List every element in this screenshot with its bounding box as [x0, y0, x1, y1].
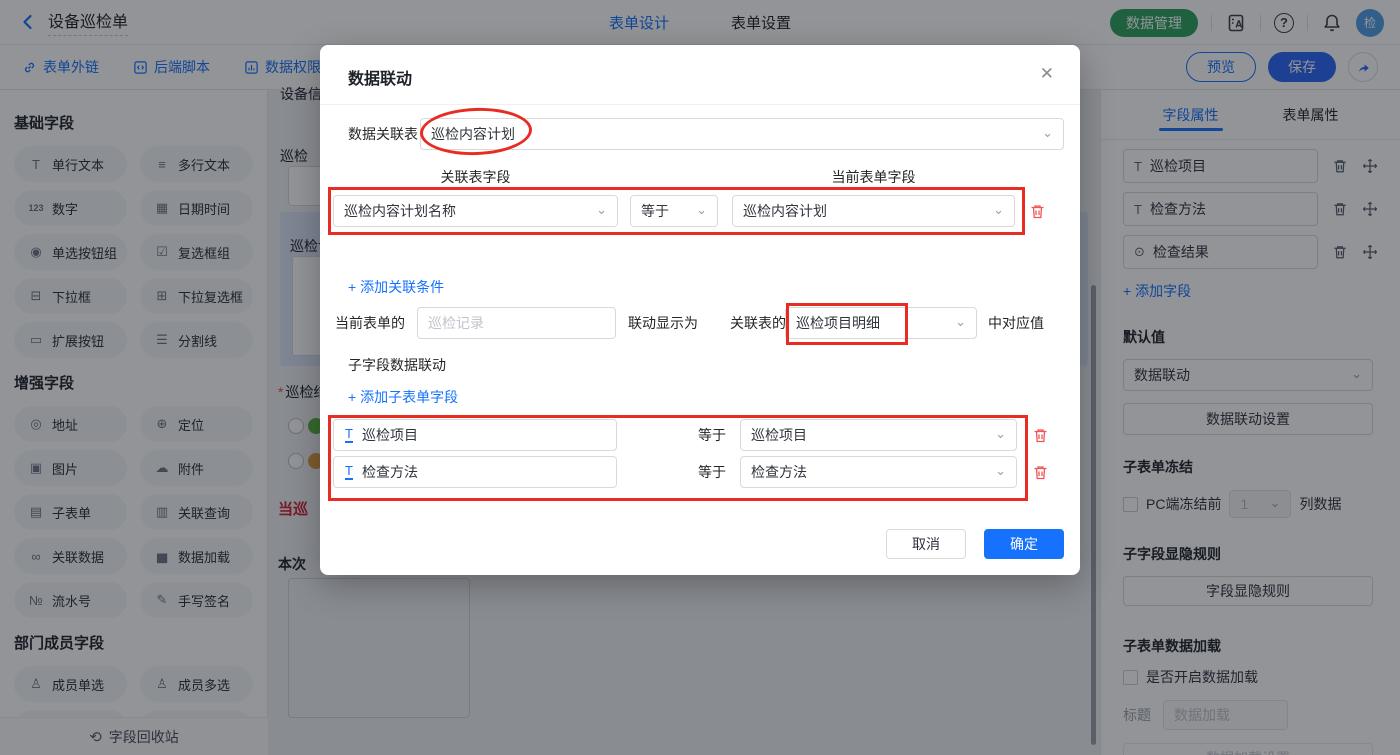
chevron-down-icon: ⌄ — [993, 203, 1004, 216]
modal-header: 数据联动 ✕ — [320, 45, 1080, 105]
subfield-token[interactable]: T 巡检项目 — [333, 419, 617, 451]
chevron-down-icon: ⌄ — [1042, 126, 1053, 139]
current-form-label: 当前表单的 — [335, 307, 405, 339]
data-linkage-modal: 数据联动 ✕ 数据关联表 巡检内容计划 ⌄ 关联表字段 当前表单字段 巡检内容计… — [320, 45, 1080, 575]
app: 设备巡检单 表单设计 表单设置 数据管理 ? 检 表单外链 — [0, 0, 1400, 755]
relation-value-select[interactable]: 巡检项目明细 ⌄ — [785, 307, 977, 339]
cancel-button[interactable]: 取消 — [886, 529, 966, 559]
condition-operator-select[interactable]: 等于 ⌄ — [630, 195, 718, 227]
subfield-value-select[interactable]: 检查方法 ⌄ — [740, 456, 1017, 488]
linkage-name-input[interactable] — [417, 307, 616, 339]
left-column-header: 关联表字段 — [333, 167, 618, 187]
confirm-button[interactable]: 确定 — [984, 529, 1064, 559]
add-subfield-link[interactable]: + 添加子表单字段 — [348, 387, 458, 407]
equals-label: 等于 — [698, 419, 726, 451]
delete-subfield-icon[interactable] — [1032, 427, 1049, 444]
chevron-down-icon: ⌄ — [995, 427, 1006, 440]
condition-target-select[interactable]: 巡检内容计划 ⌄ — [732, 195, 1015, 227]
close-icon[interactable]: ✕ — [1040, 64, 1054, 84]
subfield-value-select[interactable]: 巡检项目 ⌄ — [740, 419, 1017, 451]
text-icon: T — [345, 464, 353, 480]
delete-subfield-icon[interactable] — [1032, 464, 1049, 481]
right-column-header: 当前表单字段 — [732, 167, 1015, 187]
text-icon: T — [345, 427, 353, 443]
add-condition-link[interactable]: + 添加关联条件 — [348, 277, 444, 297]
chevron-down-icon: ⌄ — [596, 203, 607, 216]
delete-condition-icon[interactable] — [1029, 203, 1046, 220]
chevron-down-icon: ⌄ — [696, 203, 707, 216]
relation-table-select[interactable]: 巡检内容计划 ⌄ — [420, 118, 1064, 150]
chevron-down-icon: ⌄ — [995, 464, 1006, 477]
condition-field-select[interactable]: 巡检内容计划名称 ⌄ — [333, 195, 618, 227]
modal-title: 数据联动 — [348, 65, 412, 89]
relation-of-label: 关联表的 — [730, 307, 786, 339]
matching-value-label: 中对应值 — [988, 307, 1044, 339]
subfield-token[interactable]: T 检查方法 — [333, 456, 617, 488]
subfield-linkage-title: 子字段数据联动 — [348, 349, 446, 381]
equals-label: 等于 — [698, 456, 726, 488]
display-as-label: 联动显示为 — [628, 307, 698, 339]
relation-table-label: 数据关联表 — [348, 118, 418, 150]
chevron-down-icon: ⌄ — [955, 315, 966, 328]
